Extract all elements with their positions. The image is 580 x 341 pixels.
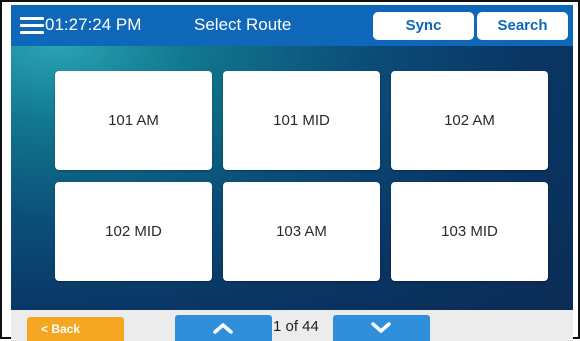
page-title: Select Route: [194, 15, 292, 34]
back-button[interactable]: < Back: [27, 317, 124, 341]
route-tile-102-mid[interactable]: 102 MID: [55, 182, 212, 281]
hamburger-menu-icon[interactable]: [20, 17, 44, 34]
device-frame: 01:27:24 PM Select Route Sync Search 101…: [0, 0, 580, 341]
route-tile-102-am[interactable]: 102 AM: [391, 71, 548, 170]
page-down-button[interactable]: [333, 315, 430, 341]
route-tile-103-mid[interactable]: 103 MID: [391, 182, 548, 281]
search-button[interactable]: Search: [477, 12, 568, 40]
top-bar: 01:27:24 PM Select Route Sync Search: [11, 5, 573, 46]
chevron-up-icon: [213, 323, 233, 334]
footer-bar: < Back 1 of 44: [11, 310, 573, 341]
route-select-screen: 01:27:24 PM Select Route Sync Search 101…: [11, 5, 573, 341]
chevron-down-icon: [371, 322, 391, 333]
page-up-button[interactable]: [175, 315, 272, 341]
clock-time: 01:27:24 PM: [45, 15, 142, 34]
route-tile-101-am[interactable]: 101 AM: [55, 71, 212, 170]
sync-button[interactable]: Sync: [373, 12, 474, 40]
route-tile-101-mid[interactable]: 101 MID: [223, 71, 380, 170]
page-indicator: 1 of 44: [273, 318, 319, 335]
route-tile-103-am[interactable]: 103 AM: [223, 182, 380, 281]
